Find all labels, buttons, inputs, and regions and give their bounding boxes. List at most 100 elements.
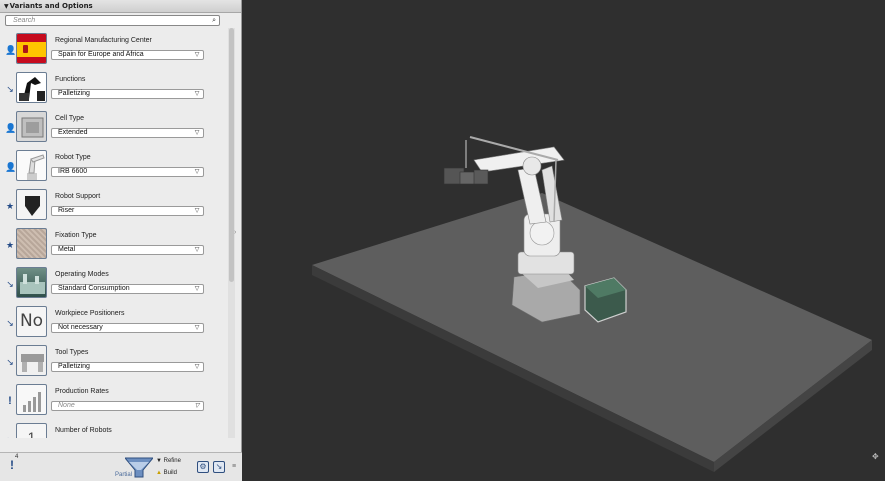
option-fixation-type: ★ Fixation Type Metal ▽ <box>0 227 228 266</box>
option-value: IRB 6600 <box>58 168 88 175</box>
arrow-icon: ↘ <box>6 357 14 367</box>
option-number-of-robots: ↘ 1 Number of Robots <box>0 422 228 438</box>
option-robot-support: ★ Robot Support Riser ▽ <box>0 188 228 227</box>
option-select[interactable]: IRB 6600 ▽ <box>51 167 204 177</box>
option-label: Operating Modes <box>55 271 109 278</box>
option-select[interactable]: Palletizing ▽ <box>51 89 204 99</box>
build-button[interactable]: ▲ Build <box>156 470 177 476</box>
option-value: Palletizing <box>58 90 90 97</box>
star-icon: ★ <box>5 240 15 250</box>
factory-icon[interactable] <box>16 267 47 298</box>
build-label: Build <box>163 470 177 476</box>
refine-button[interactable]: ▼ Refine <box>156 458 181 464</box>
option-select[interactable]: Palletizing ▽ <box>51 362 204 372</box>
scrollbar-thumb[interactable] <box>229 28 234 282</box>
dropdown-icon[interactable]: ▽ <box>192 129 202 137</box>
option-select[interactable]: Spain for Europe and Africa ▽ <box>51 50 204 60</box>
panel-footer: 4 ! Partial ▼ Refine ▲ Build ⚙ ↘ ≡ <box>0 452 242 481</box>
person-icon: 👤 <box>5 162 17 172</box>
option-select[interactable]: Extended ▽ <box>51 128 204 138</box>
robot-arm-icon[interactable] <box>16 150 47 181</box>
dropdown-icon[interactable]: ▽ <box>192 363 202 371</box>
option-tool-types: ↘ Tool Types Palletizing ▽ <box>0 344 228 383</box>
3d-viewport[interactable] <box>242 0 885 481</box>
option-select[interactable]: Standard Consumption ▽ <box>51 284 204 294</box>
option-label: Workpiece Positioners <box>55 310 125 317</box>
star-icon: ★ <box>5 201 15 211</box>
option-select[interactable]: Metal ▽ <box>51 245 204 255</box>
option-value: Standard Consumption <box>58 285 130 292</box>
menu-icon[interactable]: ≡ <box>232 463 236 470</box>
arrow-tool-icon[interactable]: ↘ <box>213 461 225 473</box>
option-robot-type: 👤 Robot Type IRB 6600 ▽ <box>0 149 228 188</box>
arrow-icon: ↘ <box>6 84 14 94</box>
option-regional-manufacturing-center: 👤 Regional Manufacturing Center Spain fo… <box>0 32 228 71</box>
search-icon[interactable]: ⌕ <box>212 16 216 25</box>
dropdown-icon[interactable]: ▽ <box>192 285 202 293</box>
person-icon: 👤 <box>5 123 17 133</box>
number-one-icon[interactable]: 1 <box>16 423 47 438</box>
exclamation-icon: ! <box>8 395 12 407</box>
option-operating-modes: ↘ Operating Modes Standard Consumption ▽ <box>0 266 228 305</box>
option-value: Palletizing <box>58 363 90 370</box>
options-list: 👤 Regional Manufacturing Center Spain fo… <box>0 30 228 438</box>
option-value: Spain for Europe and Africa <box>58 51 144 58</box>
panel-header[interactable]: ▼Variants and Options <box>0 0 241 13</box>
option-label: Robot Support <box>55 193 101 200</box>
option-label: Robot Type <box>55 154 91 161</box>
option-label: Production Rates <box>55 388 109 395</box>
bar-chart-icon[interactable] <box>16 384 47 415</box>
dropdown-icon[interactable]: ▽ <box>192 324 202 332</box>
dropdown-icon[interactable]: ▽ <box>192 246 202 254</box>
option-label: Cell Type <box>55 115 85 122</box>
option-cell-type: 👤 Cell Type Extended ▽ <box>0 110 228 149</box>
spain-flag-icon[interactable] <box>16 33 47 64</box>
metal-texture-icon[interactable] <box>16 228 47 259</box>
option-workpiece-positioners: ↘ No Workpiece Positioners Not necessary… <box>0 305 228 344</box>
triangle-down-icon: ▼ <box>156 458 164 464</box>
option-select[interactable]: Riser ▽ <box>51 206 204 216</box>
dropdown-icon[interactable]: ▽ <box>192 168 202 176</box>
pan-tool-icon[interactable]: ✥ <box>872 452 879 461</box>
collapse-handle-icon[interactable]: › <box>234 229 240 238</box>
option-value: Not necessary <box>58 324 103 331</box>
triangle-down-icon[interactable]: ▼ <box>4 3 9 10</box>
no-sign-icon[interactable]: No <box>16 306 47 337</box>
option-value: None <box>58 402 75 409</box>
option-production-rates: ! Production Rates None ▽ <box>0 383 228 422</box>
panel-title: Variants and Options <box>9 2 93 10</box>
arrow-icon: ↘ <box>5 434 15 438</box>
option-value: Metal <box>58 246 76 253</box>
variants-options-panel: ▼Variants and Options Search ⌕ 👤 Regiona… <box>0 0 242 481</box>
search-placeholder: Search <box>13 17 36 24</box>
search-input[interactable]: Search ⌕ <box>5 15 220 26</box>
arrow-icon: ↘ <box>6 279 14 289</box>
arrow-icon: ↘ <box>6 318 14 328</box>
dropdown-icon[interactable]: ▽ <box>192 207 202 215</box>
option-select[interactable]: None ▽ <box>51 401 204 411</box>
person-icon: 👤 <box>5 45 17 55</box>
warning-count: 4 <box>15 454 19 460</box>
option-value: Riser <box>58 207 75 214</box>
palletizing-robot-icon[interactable] <box>16 72 47 103</box>
option-label: Number of Robots <box>55 427 112 434</box>
option-value: Extended <box>58 129 88 136</box>
robot-view-icon[interactable]: ⚙ <box>197 461 209 473</box>
dropdown-icon[interactable]: ▽ <box>192 90 202 98</box>
refine-label: Refine <box>163 458 181 464</box>
riser-icon[interactable] <box>16 189 47 220</box>
dropdown-icon[interactable]: ▽ <box>192 51 202 59</box>
scene-render <box>312 136 872 472</box>
option-functions: ↘ Functions Palletizing ▽ <box>0 71 228 110</box>
cell-box-icon[interactable] <box>16 111 47 142</box>
option-label: Tool Types <box>55 349 89 356</box>
option-label: Fixation Type <box>55 232 97 239</box>
option-select[interactable]: Not necessary ▽ <box>51 323 204 333</box>
dropdown-icon[interactable]: ▽ <box>192 402 202 410</box>
mode-label: Partial <box>115 472 133 478</box>
exclamation-icon[interactable]: ! <box>10 458 14 472</box>
option-label: Functions <box>55 76 86 83</box>
warning-triangle-icon: ▲ <box>156 470 164 476</box>
option-label: Regional Manufacturing Center <box>55 37 152 44</box>
gripper-icon[interactable] <box>16 345 47 376</box>
